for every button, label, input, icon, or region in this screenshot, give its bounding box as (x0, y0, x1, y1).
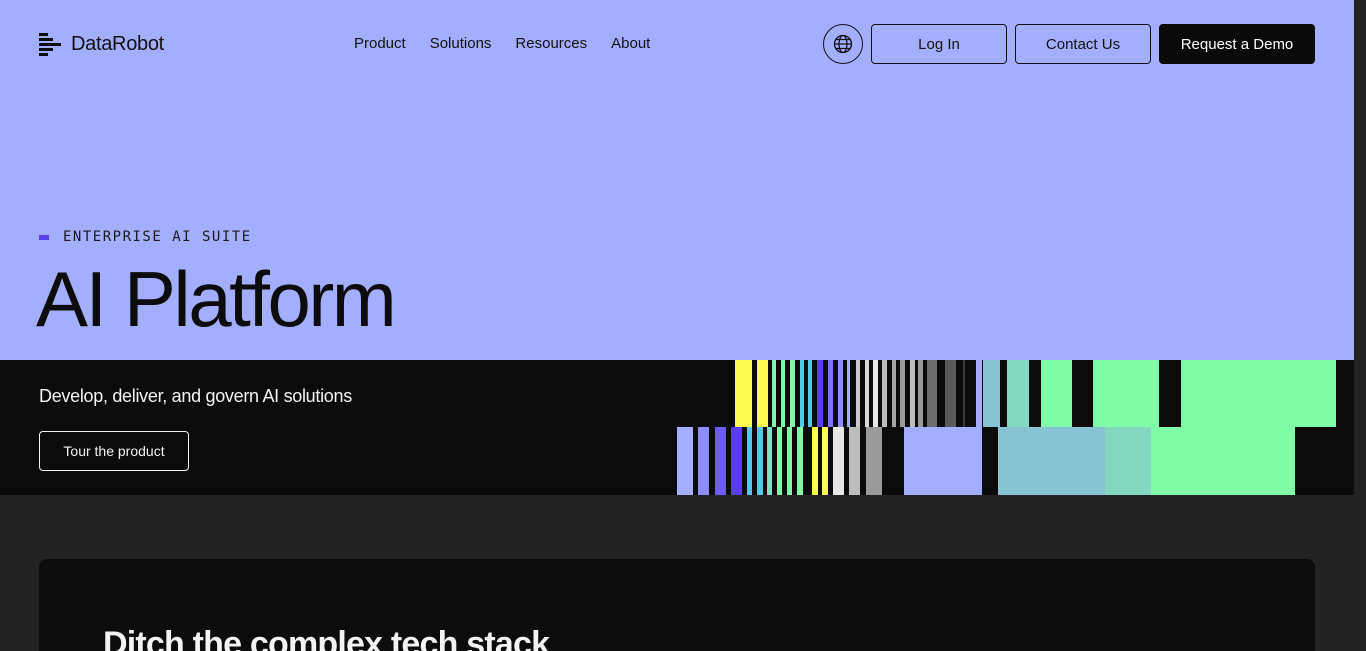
hero-eyebrow: ENTERPRISE AI SUITE (39, 229, 252, 245)
nav-item-about[interactable]: About (611, 35, 650, 53)
page-title: AI Platform (36, 255, 397, 343)
globe-icon (833, 34, 853, 54)
eyebrow-marker (39, 234, 49, 240)
login-button[interactable]: Log In (871, 24, 1007, 64)
bars-svg (677, 360, 1336, 495)
site-header: DataRobot Product Solutions Resources Ab… (0, 0, 1354, 88)
hero-subtitle: Develop, deliver, and govern AI solution… (39, 386, 352, 406)
brand-logo[interactable]: DataRobot (39, 32, 164, 56)
datarobot-logo-icon (39, 32, 63, 56)
section-title: Ditch the complex tech stack (103, 625, 550, 651)
page-scrollbar[interactable] (1354, 0, 1366, 651)
request-demo-button[interactable]: Request a Demo (1159, 24, 1315, 64)
nav-item-resources[interactable]: Resources (515, 35, 587, 53)
eyebrow-text: ENTERPRISE AI SUITE (63, 229, 252, 245)
language-button[interactable] (823, 24, 863, 64)
hero-band: Develop, deliver, and govern AI solution… (0, 360, 1354, 495)
contact-us-button[interactable]: Contact Us (1015, 24, 1151, 64)
brand-name: DataRobot (71, 32, 164, 55)
main-nav: Product Solutions Resources About (354, 35, 650, 53)
nav-item-solutions[interactable]: Solutions (430, 35, 492, 53)
nav-item-product[interactable]: Product (354, 35, 406, 53)
decorative-bars-graphic (0, 360, 1354, 495)
tour-product-button[interactable]: Tour the product (39, 431, 189, 471)
feature-card: Ditch the complex tech stack (39, 559, 1315, 651)
